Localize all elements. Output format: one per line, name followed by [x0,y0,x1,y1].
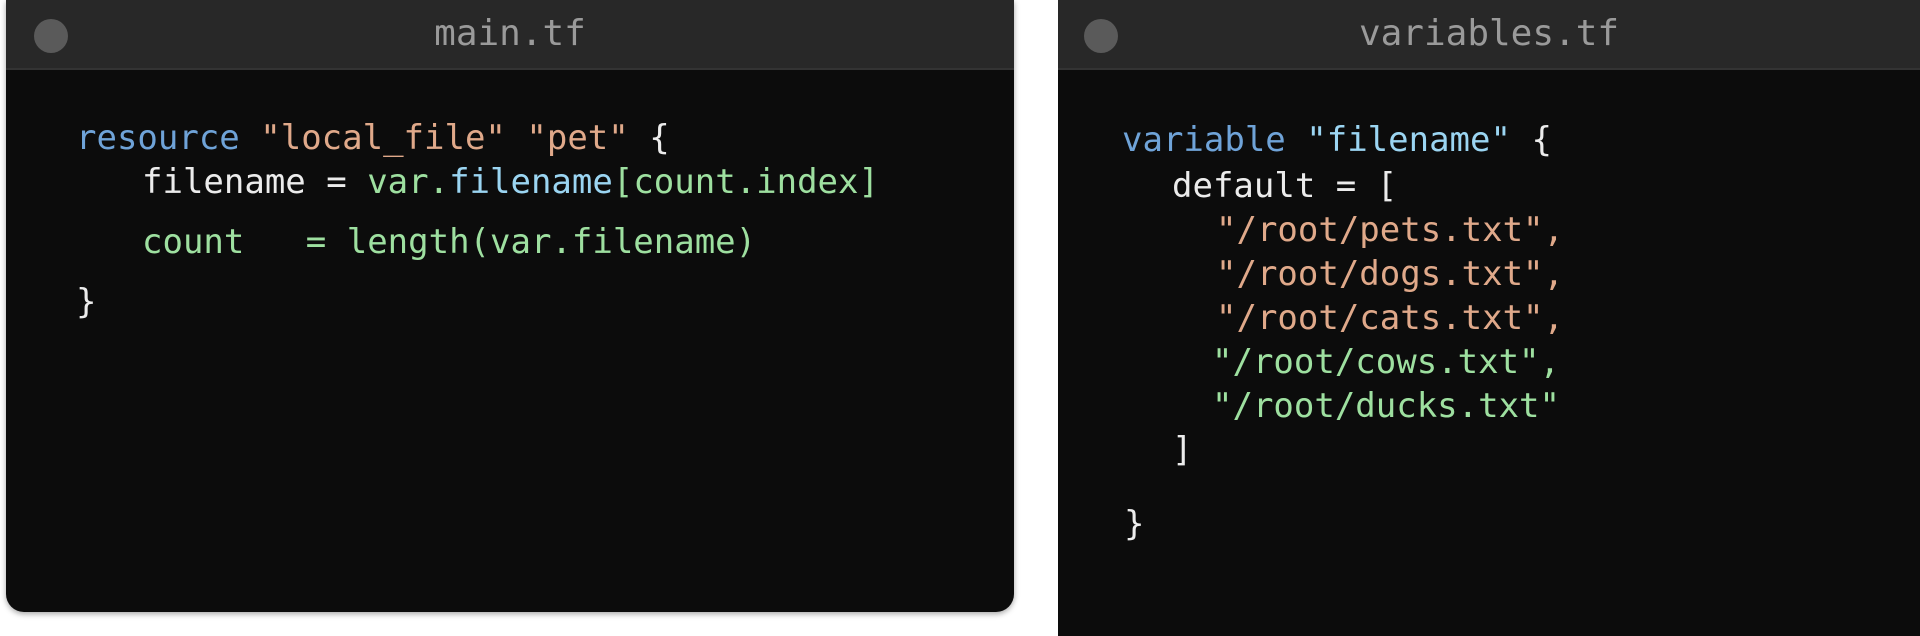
close-brace: } [76,282,97,322]
var-name: filename [449,162,613,202]
list-item: "/root/dogs.txt", [1216,254,1564,294]
length-expr: length(var.filename) [346,222,757,262]
close-bracket: ] [1172,430,1193,470]
variable-name: filename [1326,120,1491,160]
equals: = [305,162,368,202]
count-index: [count.index] [612,162,879,202]
var-prefix: var. [367,162,450,202]
list-item: "/root/cows.txt", [1212,342,1560,382]
list-item: "/root/ducks.txt" [1212,386,1560,426]
variables-tf-title: variables.tf [1358,13,1620,54]
list-item: "/root/pets.txt", [1216,210,1564,250]
equals: = [244,222,347,262]
filename-attr: filename [142,162,306,202]
code-line-3: count = length(var.filename) [142,222,756,262]
variable-keyword: variable [1122,120,1286,160]
default-line: default = [ [1172,166,1398,206]
resource-name: "pet" [526,118,629,158]
variables-tf-code: variable "filename" { default = [ "/root… [1058,70,1920,636]
resource-keyword: resource [76,118,240,158]
close-brace: } [1124,504,1145,544]
variables-tf-titlebar: variables.tf [1058,0,1920,70]
variables-tf-window: variables.tf variable "filename" { defau… [1058,0,1920,636]
code-line-4: } [76,282,96,322]
quote: " [1490,120,1511,160]
quote: " [1306,120,1327,160]
main-tf-titlebar: main.tf [6,0,1014,70]
main-tf-window: main.tf resource "local_file" "pet" { fi… [6,0,1014,612]
code-line-2: filename = var.filename[count.index] [142,162,879,202]
code-line-1: variable "filename" { [1122,120,1552,160]
open-brace: { [1531,120,1552,160]
resource-type: "local_file" [260,118,506,158]
code-line-1: resource "local_file" "pet" { [76,118,670,158]
open-brace: { [649,118,670,158]
list-item: "/root/cats.txt", [1216,298,1564,338]
count-attr: count [142,222,245,262]
main-tf-code: resource "local_file" "pet" { filename =… [6,70,1014,612]
main-tf-title: main.tf [434,13,586,54]
